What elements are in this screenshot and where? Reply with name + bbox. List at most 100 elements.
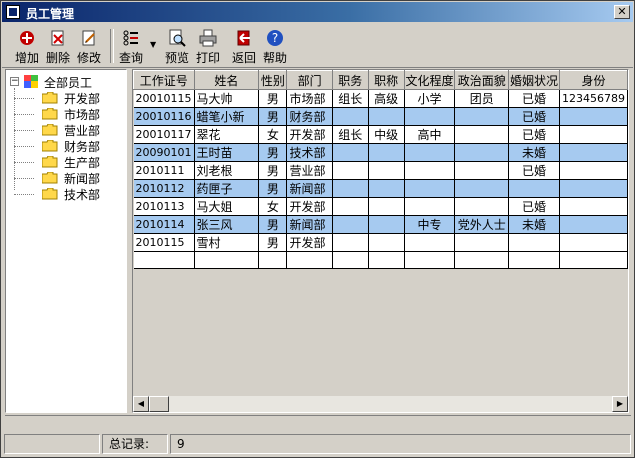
table-cell[interactable] <box>404 197 456 216</box>
table-cell[interactable]: 123456789 <box>559 89 628 108</box>
table-cell[interactable]: 马大姐 <box>194 197 260 216</box>
table-cell[interactable] <box>332 107 369 126</box>
table-cell[interactable] <box>286 251 333 269</box>
table-row[interactable]: 2010113 马大姐女开发部 已婚 <box>133 197 628 216</box>
table-cell[interactable] <box>133 251 195 269</box>
table-cell[interactable] <box>559 197 628 216</box>
add-button[interactable]: 增加 <box>12 29 42 65</box>
print-button[interactable]: 打印 <box>193 29 223 65</box>
back-button[interactable]: 返回 <box>229 29 259 65</box>
table-cell[interactable]: 开发部 <box>286 125 333 144</box>
table-cell[interactable] <box>454 197 510 216</box>
empty-row[interactable] <box>133 251 628 269</box>
table-cell[interactable] <box>454 233 510 252</box>
preview-button[interactable]: 预览 <box>162 29 192 65</box>
table-cell[interactable]: 药匣子 <box>194 179 260 198</box>
table-cell[interactable] <box>258 251 288 269</box>
table-cell[interactable] <box>194 251 260 269</box>
table-cell[interactable] <box>332 161 369 180</box>
table-cell[interactable] <box>368 251 405 269</box>
table-cell[interactable]: 20090101 <box>133 143 195 162</box>
department-tree[interactable]: − 全部员工 开发部 市场部 营业部 财务部 生产部 新闻部 技术部 <box>5 69 127 413</box>
query-button[interactable]: 查询 <box>116 29 146 65</box>
table-cell[interactable] <box>508 233 560 252</box>
column-header[interactable]: 工作证号 <box>133 70 195 90</box>
close-button[interactable]: ✕ <box>614 5 630 19</box>
table-cell[interactable] <box>404 143 456 162</box>
table-cell[interactable] <box>368 107 405 126</box>
table-cell[interactable]: 男 <box>258 215 288 234</box>
table-cell[interactable]: 营业部 <box>286 161 333 180</box>
table-cell[interactable] <box>332 197 369 216</box>
table-cell[interactable]: 党外人士 <box>454 215 510 234</box>
column-header[interactable]: 性别 <box>258 70 288 90</box>
table-cell[interactable]: 女 <box>258 125 288 144</box>
scroll-thumb[interactable] <box>149 396 169 412</box>
table-cell[interactable]: 张三风 <box>194 215 260 234</box>
table-cell[interactable]: 小学 <box>404 89 456 108</box>
table-cell[interactable]: 组长 <box>332 125 369 144</box>
scroll-right-icon[interactable]: ▶ <box>612 396 628 412</box>
table-cell[interactable] <box>559 143 628 162</box>
table-row[interactable]: 20010115 马大帅男市场部 组长 高级 小学 团员 已婚 123456789 <box>133 89 628 108</box>
table-cell[interactable]: 开发部 <box>286 233 333 252</box>
table-cell[interactable]: 2010111 <box>133 161 195 180</box>
table-cell[interactable] <box>404 251 456 269</box>
table-row[interactable]: 20010116 蜡笔小新男财务部 已婚 <box>133 107 628 126</box>
table-cell[interactable]: 已婚 <box>508 125 560 144</box>
table-cell[interactable] <box>368 197 405 216</box>
column-header[interactable]: 部门 <box>286 70 333 90</box>
table-cell[interactable] <box>368 215 405 234</box>
table-cell[interactable]: 组长 <box>332 89 369 108</box>
employee-grid[interactable]: 工作证号 姓名 性别 部门 职务 职称 文化程度 政治面貌 婚姻状况 身份 20010115 马大帅… <box>132 69 629 413</box>
table-cell[interactable]: 中级 <box>368 125 405 144</box>
table-cell[interactable]: 已婚 <box>508 107 560 126</box>
table-cell[interactable]: 2010113 <box>133 197 195 216</box>
table-cell[interactable] <box>559 179 628 198</box>
table-cell[interactable]: 20010115 <box>133 89 195 108</box>
table-cell[interactable] <box>368 161 405 180</box>
table-cell[interactable] <box>332 143 369 162</box>
table-cell[interactable]: 高级 <box>368 89 405 108</box>
table-cell[interactable]: 男 <box>258 107 288 126</box>
table-cell[interactable] <box>332 251 369 269</box>
table-cell[interactable] <box>404 107 456 126</box>
table-cell[interactable] <box>332 233 369 252</box>
edit-button[interactable]: 修改 <box>74 29 104 65</box>
table-cell[interactable]: 高中 <box>404 125 456 144</box>
table-cell[interactable]: 新闻部 <box>286 179 333 198</box>
table-cell[interactable] <box>508 179 560 198</box>
table-cell[interactable] <box>368 233 405 252</box>
table-cell[interactable] <box>559 107 628 126</box>
table-cell[interactable]: 已婚 <box>508 89 560 108</box>
table-cell[interactable] <box>454 107 510 126</box>
table-cell[interactable] <box>332 215 369 234</box>
table-cell[interactable] <box>368 143 405 162</box>
table-cell[interactable] <box>559 161 628 180</box>
table-cell[interactable]: 翠花 <box>194 125 260 144</box>
column-header[interactable]: 身份 <box>558 70 628 90</box>
table-cell[interactable]: 未婚 <box>508 215 560 234</box>
table-cell[interactable] <box>404 179 456 198</box>
column-header[interactable]: 文化程度 <box>403 70 456 90</box>
table-cell[interactable]: 2010115 <box>133 233 195 252</box>
splitter[interactable] <box>5 415 631 422</box>
table-cell[interactable]: 女 <box>258 197 288 216</box>
table-cell[interactable] <box>454 251 510 269</box>
table-cell[interactable]: 男 <box>258 161 288 180</box>
column-header[interactable]: 姓名 <box>193 70 260 90</box>
column-header[interactable]: 职务 <box>331 70 369 90</box>
table-row[interactable]: 2010115 雪村男开发部 <box>133 233 628 252</box>
table-cell[interactable] <box>454 125 510 144</box>
title-bar[interactable]: 员工管理 ✕ <box>2 2 633 22</box>
table-cell[interactable] <box>454 143 510 162</box>
query-dropdown-arrow-icon[interactable]: ▼ <box>150 40 156 49</box>
table-cell[interactable] <box>508 251 560 269</box>
table-row[interactable]: 2010112 药匣子男新闻部 <box>133 179 628 198</box>
table-row[interactable]: 2010111 刘老根男营业部 已婚 <box>133 161 628 180</box>
table-cell[interactable]: 2010114 <box>133 215 195 234</box>
table-cell[interactable]: 未婚 <box>508 143 560 162</box>
table-cell[interactable]: 男 <box>258 143 288 162</box>
table-cell[interactable] <box>332 179 369 198</box>
table-cell[interactable]: 团员 <box>454 89 510 108</box>
